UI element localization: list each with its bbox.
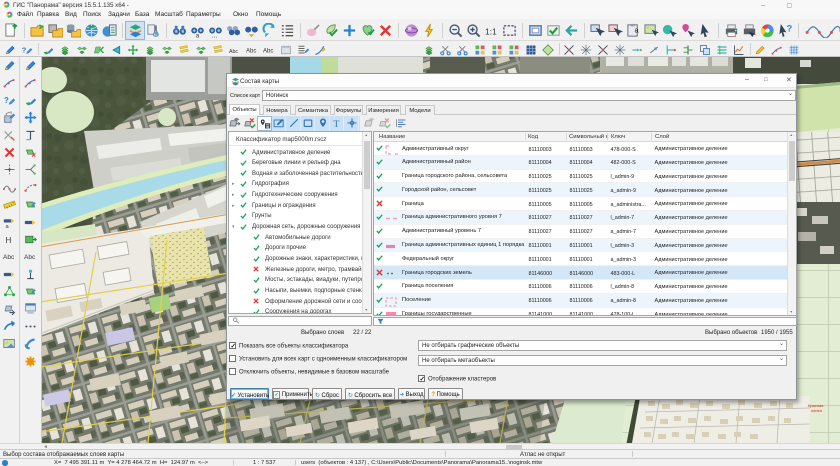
svg-text:?: ? [4,96,9,105]
svg-text:Abc: Abc [3,254,15,261]
svg-text:?: ? [22,45,27,54]
svg-text:Abc: Abc [24,254,36,261]
svg-text:a: a [634,25,639,34]
svg-text:...: ... [211,32,217,37]
svg-text:T: T [333,119,339,129]
svg-text:1:1: 1:1 [484,26,496,36]
svg-text:a: a [195,32,199,37]
svg-text:лента: лента [811,408,823,413]
svg-text:?: ? [786,23,792,33]
svg-text:Abc: Abc [229,49,238,55]
svg-text:Abc: Abc [246,48,256,54]
svg-text:H: H [5,236,11,245]
svg-text:a: a [5,224,9,229]
svg-text:a: a [654,46,657,52]
svg-text:Abc: Abc [263,48,273,54]
